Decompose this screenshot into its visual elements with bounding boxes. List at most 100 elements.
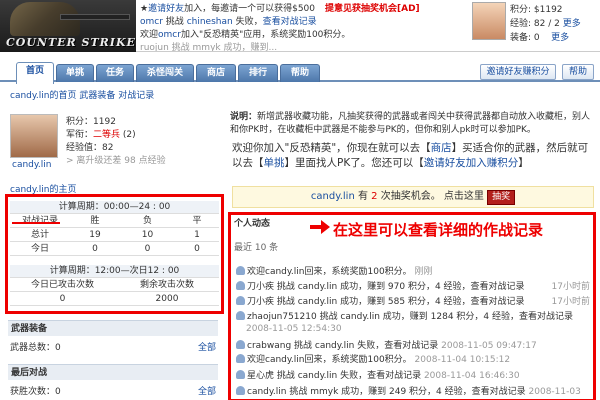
tab-shop[interactable]: 商店 [196, 64, 236, 82]
activity-text: crabwang 挑战 candy.lin 失败，查看对战记录 [247, 341, 439, 351]
list-item: crabwang 挑战 candy.lin 失败，查看对战记录 2008-11-… [236, 340, 592, 352]
tab-help[interactable]: 帮助 [280, 64, 320, 82]
activity-time: 17小时前 [551, 297, 590, 307]
callout-text: 在这里可以查看详细的作战记录 [333, 221, 544, 239]
recent-section-title: 最后对战 [8, 364, 218, 380]
ad-link[interactable]: 提意见获抽奖机会[AD] [325, 4, 420, 14]
tab-tasks[interactable]: 任务 [96, 64, 134, 82]
row-label: 今日 [30, 244, 49, 254]
activity-time: 2008-11-03 [528, 387, 581, 397]
score-label: 积分： [66, 117, 94, 127]
counter-strike-logo[interactable]: COUNTER STRIKE [0, 0, 136, 52]
activity-text: 欢迎candy.lin回来，系统奖励100积分。 [247, 355, 412, 365]
win-count: 0 [92, 244, 98, 254]
tab-monster[interactable]: 杀怪闯关 [136, 64, 194, 82]
list-item: 欢迎candy.lin回来，系统奖励100积分。 刚刚 [236, 266, 592, 278]
list-item: 欢迎candy.lin回来，系统奖励100积分。 2008-11-04 10:1… [236, 354, 592, 366]
lottery-user-link[interactable]: candy.lin [311, 191, 355, 202]
help-button[interactable]: 帮助 [562, 64, 594, 80]
rank-value: 二等兵 [93, 130, 121, 140]
user-icon [236, 370, 245, 379]
profile-avatar[interactable] [10, 114, 58, 158]
logo-text: COUNTER STRIKE [6, 36, 136, 49]
user-link[interactable]: omcr [140, 17, 163, 27]
welcome-message: 欢迎你加入"反恐精英"，你现在就可以去【商店】买适合你的武器，然后就可以去【单挑… [232, 141, 592, 171]
attacks-left-value: 2000 [155, 294, 179, 304]
welcome-text: 】里面找人PK了。您还可以【 [284, 157, 424, 169]
invite-button[interactable]: 邀请好友赚积分 [480, 64, 556, 80]
level-more-link[interactable]: 更多 [563, 19, 581, 29]
recent-section-body: 获胜次数：0 全部 [10, 384, 216, 397]
draw-header: 平 [192, 216, 202, 226]
upgrade-note: > 离升级还差 98 点经验 [66, 156, 166, 166]
star-icon: ★ [140, 4, 149, 14]
activity-text: 星心虎 挑战 candy.lin 失败，查看对战记录 [247, 371, 422, 381]
row-label: 总计 [30, 230, 49, 240]
feed-row: omcr 挑战 chineshan 失败，查看对战记录 [140, 16, 470, 29]
user-icon [236, 386, 245, 395]
user-icon [236, 266, 245, 275]
tab-home[interactable]: 首页 [16, 62, 54, 84]
record-underline-mark [12, 222, 60, 224]
table-row: 今日 0 0 0 [10, 243, 219, 256]
list-item: 星心虎 挑战 candy.lin 失败，查看对战记录 2008-11-04 16… [236, 370, 592, 382]
draw-count: 1 [194, 230, 200, 240]
attack-header-row: 今日已攻击次数 剩余攻击次数 [10, 279, 219, 292]
weapons-section-body: 武器总数：0 全部 [10, 340, 216, 353]
activity-time: 2008-11-04 16:46:30 [423, 371, 520, 381]
activity-title: 个人动态 [234, 219, 271, 229]
breadcrumb[interactable]: candy.lin的首页 武器装备 对战记录 [10, 88, 154, 101]
period-header: 计算周期：00:00—24 : 00 [10, 201, 219, 214]
avatar[interactable] [472, 2, 506, 40]
lottery-text: 有 [354, 191, 372, 202]
profile-name[interactable]: candy.lin [12, 160, 52, 170]
user-link[interactable]: omcr [158, 30, 181, 40]
activity-time: 2008-11-05 12:54:30 [246, 324, 342, 334]
feed-text: 挑战 [165, 17, 184, 27]
record-box-highlight: 计算周期：00:00—24 : 00 对战记录 胜 负 平 总计 19 10 1… [5, 194, 224, 314]
exp-value: 82 [102, 143, 114, 153]
tab-duel[interactable]: 单挑 [56, 64, 94, 82]
rank-num: (2) [122, 130, 136, 140]
recent-all-link[interactable]: 全部 [198, 384, 216, 397]
notice-text: 说明：新增武器收藏功能，凡抽奖获得的武器或者闯关中获得武器都自动放入收藏柜，别人… [230, 111, 595, 137]
level-readout: 经验: 82 / 2 [510, 19, 560, 29]
lose-count: 10 [141, 230, 154, 240]
activity-text: 欢迎candy.lin回来，系统奖励100积分。 [247, 267, 412, 277]
feed-text: 加入"反恐精英"应用，系统奖励100积分。 [180, 30, 351, 40]
duel-link[interactable]: 单挑 [264, 157, 285, 169]
activity-time: 刚刚 [414, 267, 433, 277]
feed-text: 失败， [235, 17, 263, 27]
score-readout: 积分: $1192 [510, 5, 563, 15]
invite-link[interactable]: 邀请好友 [148, 4, 184, 14]
list-item: zhaojun751210 挑战 candy.lin 成功，赚到 1284 积分… [236, 311, 592, 323]
weapons-section-title: 武器装备 [8, 320, 218, 336]
user-mini-panel: 积分: $1192 经验: 82 / 2 更多 装备: 0 更多 [472, 0, 600, 52]
user-icon [236, 281, 245, 290]
activity-text: zhaojun751210 挑战 candy.lin 成功，赚到 1284 积分… [247, 312, 574, 322]
notice-body: 新增武器收藏功能，凡抽奖获得的武器或者闯关中获得武器都自动放入收藏柜，别人和你P… [230, 112, 591, 135]
welcome-text: 欢迎你加入"反恐精英"，你现在就可以去【 [232, 142, 431, 154]
arrow-right-icon [310, 220, 330, 234]
user-link[interactable]: chineshan [187, 17, 233, 27]
user-icon [236, 296, 245, 305]
welcome-text: 】 [518, 157, 529, 169]
list-item: 刀小疾 挑战 candy.lin 成功，赚到 970 积分，4 经验，查看对战记… [236, 281, 592, 293]
lottery-text: 次抽奖机会。 点击这里 [377, 191, 488, 202]
activity-text: 刀小疾 挑战 candy.lin 成功，赚到 585 积分，4 经验，查看对战记… [247, 297, 525, 307]
view-record-link[interactable]: 查看对战记录 [263, 17, 317, 27]
news-feed: ★邀请好友加入，每邀请一个可以获得$500 提意见获抽奖机会[AD] omcr 挑… [140, 3, 470, 51]
user-icon [236, 354, 245, 363]
wins-count: 获胜次数：0 [10, 387, 61, 397]
weapons-all-link[interactable]: 全部 [198, 340, 216, 353]
weapons-count: 武器总数：0 [10, 343, 61, 353]
activity-text: candy.lin 挑战 mmyk 成功，赚到 249 积分，4 经验，查看对战… [247, 387, 526, 397]
equip-more-link[interactable]: 更多 [551, 33, 569, 43]
exp-label: 经验值： [66, 143, 103, 153]
invite-friends-link[interactable]: 邀请好友加入赚积分 [424, 157, 519, 169]
shop-link[interactable]: 商店 [431, 142, 452, 154]
notice-label: 说明： [230, 112, 258, 122]
tab-ranking[interactable]: 排行 [238, 64, 278, 82]
lottery-button[interactable]: 抽奖 [487, 190, 516, 205]
battle-record-table: 计算周期：00:00—24 : 00 对战记录 胜 负 平 总计 19 10 1… [10, 199, 219, 309]
